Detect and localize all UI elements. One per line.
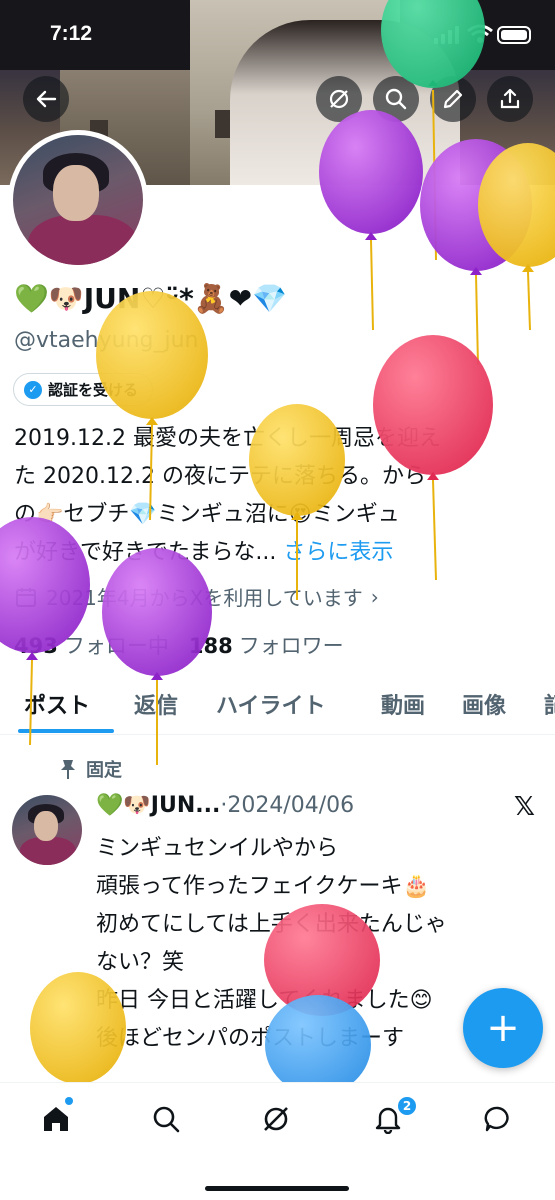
tab-highlights[interactable]: ハイライト [216, 688, 326, 720]
grok-button[interactable] [316, 76, 362, 122]
profile-handle: @vtaehyung_jun [14, 328, 199, 353]
tab-media[interactable]: 画像 [462, 688, 506, 720]
post-line: 頑張って作ったフェイクケーキ🎂 [96, 874, 430, 899]
avatar-body [20, 837, 76, 865]
profile-bio: 2019.12.2 最愛の夫を亡くし一周忌を迎え た 2020.12.2 の夜に… [14, 420, 544, 572]
post-date[interactable]: ·2024/04/06 [220, 793, 354, 818]
joined-date: 2021年4月からXを利用しています [46, 586, 363, 610]
bio-line: 2019.12.2 最愛の夫を亡くし一周忌を迎え [14, 426, 441, 451]
bio-line: の👉🏻セブチ💎ミンギュ沼に😍ミンギュ [14, 502, 400, 527]
joined-date-row[interactable]: 2021年4月からXを利用しています › [14, 582, 379, 611]
avatar-face [53, 165, 99, 221]
profile-tabs: ポスト 返信 ハイライト 動画 画像 記 [0, 680, 555, 735]
profile-name: 💚🐶JUN♡ᵕ̈*🧸❤💎 [14, 282, 287, 315]
status-time: 7:12 [50, 22, 93, 45]
battery-icon [497, 26, 531, 44]
nav-messages[interactable] [478, 1099, 518, 1139]
active-tab-indicator [18, 729, 114, 733]
post-author[interactable]: 💚🐶JUN... [96, 793, 220, 818]
bio-line: が好きで好きでたまらな... [14, 540, 277, 565]
tab-posts[interactable]: ポスト [24, 688, 90, 720]
calendar-icon [16, 587, 36, 607]
verified-badge-icon: ✓ [24, 380, 42, 399]
nav-grok[interactable] [256, 1099, 296, 1139]
x-logo-icon: 𝕏 [514, 792, 535, 822]
avatar-body [28, 215, 138, 265]
search-icon [385, 88, 407, 110]
search-button[interactable] [373, 76, 419, 122]
tab-replies[interactable]: 返信 [134, 688, 178, 720]
back-arrow-icon [36, 90, 57, 108]
chevron-right-icon: › [370, 584, 379, 609]
following-label: フォロー中 [63, 634, 169, 658]
post-line: ミンギュセンイルやから [96, 836, 339, 861]
back-button[interactable] [23, 76, 69, 122]
followers-count: 188 [188, 634, 233, 658]
cellular-signal-icon [434, 26, 459, 44]
profile-avatar[interactable] [8, 130, 148, 270]
home-icon [44, 1107, 68, 1131]
grok-icon [329, 89, 349, 109]
followers-label: フォロワー [238, 634, 344, 658]
message-icon [484, 1106, 509, 1132]
nav-home[interactable] [36, 1099, 76, 1139]
post-header: 💚🐶JUN...·2024/04/06 [96, 793, 354, 818]
bio-line-last: が好きで好きでたまらな... さらに表示 [14, 534, 544, 572]
post-line: 初めてにしては上手く出来たんじゃ [96, 912, 447, 937]
followers-link[interactable]: 188 フォロワー [189, 630, 344, 660]
get-verified-button[interactable]: ✓ 認証を受ける [13, 373, 154, 406]
home-indicator [205, 1186, 349, 1191]
post-line: ない？笑 [96, 950, 185, 975]
search-icon [153, 1106, 180, 1133]
pin-icon [61, 760, 75, 779]
notifications-badge: 2 [396, 1095, 418, 1117]
show-more-link[interactable]: さらに表示 [283, 540, 393, 565]
avatar-face [34, 811, 58, 841]
home-unread-dot [65, 1097, 73, 1105]
bottom-nav: 2 [0, 1082, 555, 1200]
pinned-text: 固定 [86, 760, 122, 781]
grok-icon [264, 1107, 288, 1131]
compose-button[interactable]: + [463, 988, 543, 1068]
wifi-icon [467, 24, 493, 43]
edit-icon [443, 89, 463, 109]
status-bar: 7:12 [0, 0, 555, 70]
share-button[interactable] [487, 76, 533, 122]
share-icon [500, 88, 520, 109]
following-count: 493 [14, 634, 58, 658]
tab-videos[interactable]: 動画 [381, 688, 425, 720]
following-link[interactable]: 493 フォロー中 [14, 630, 169, 660]
pinned-label: 固定 [58, 756, 122, 782]
tab-articles[interactable]: 記 [544, 688, 555, 720]
bio-line: た 2020.12.2 の夜にテテに落ちる。から [14, 464, 426, 489]
nav-search[interactable] [146, 1099, 186, 1139]
post-avatar[interactable] [12, 795, 82, 865]
follow-stats: 493 フォロー中 188 フォロワー [14, 630, 344, 660]
edit-button[interactable] [430, 76, 476, 122]
get-verified-label: 認証を受ける [48, 381, 139, 399]
